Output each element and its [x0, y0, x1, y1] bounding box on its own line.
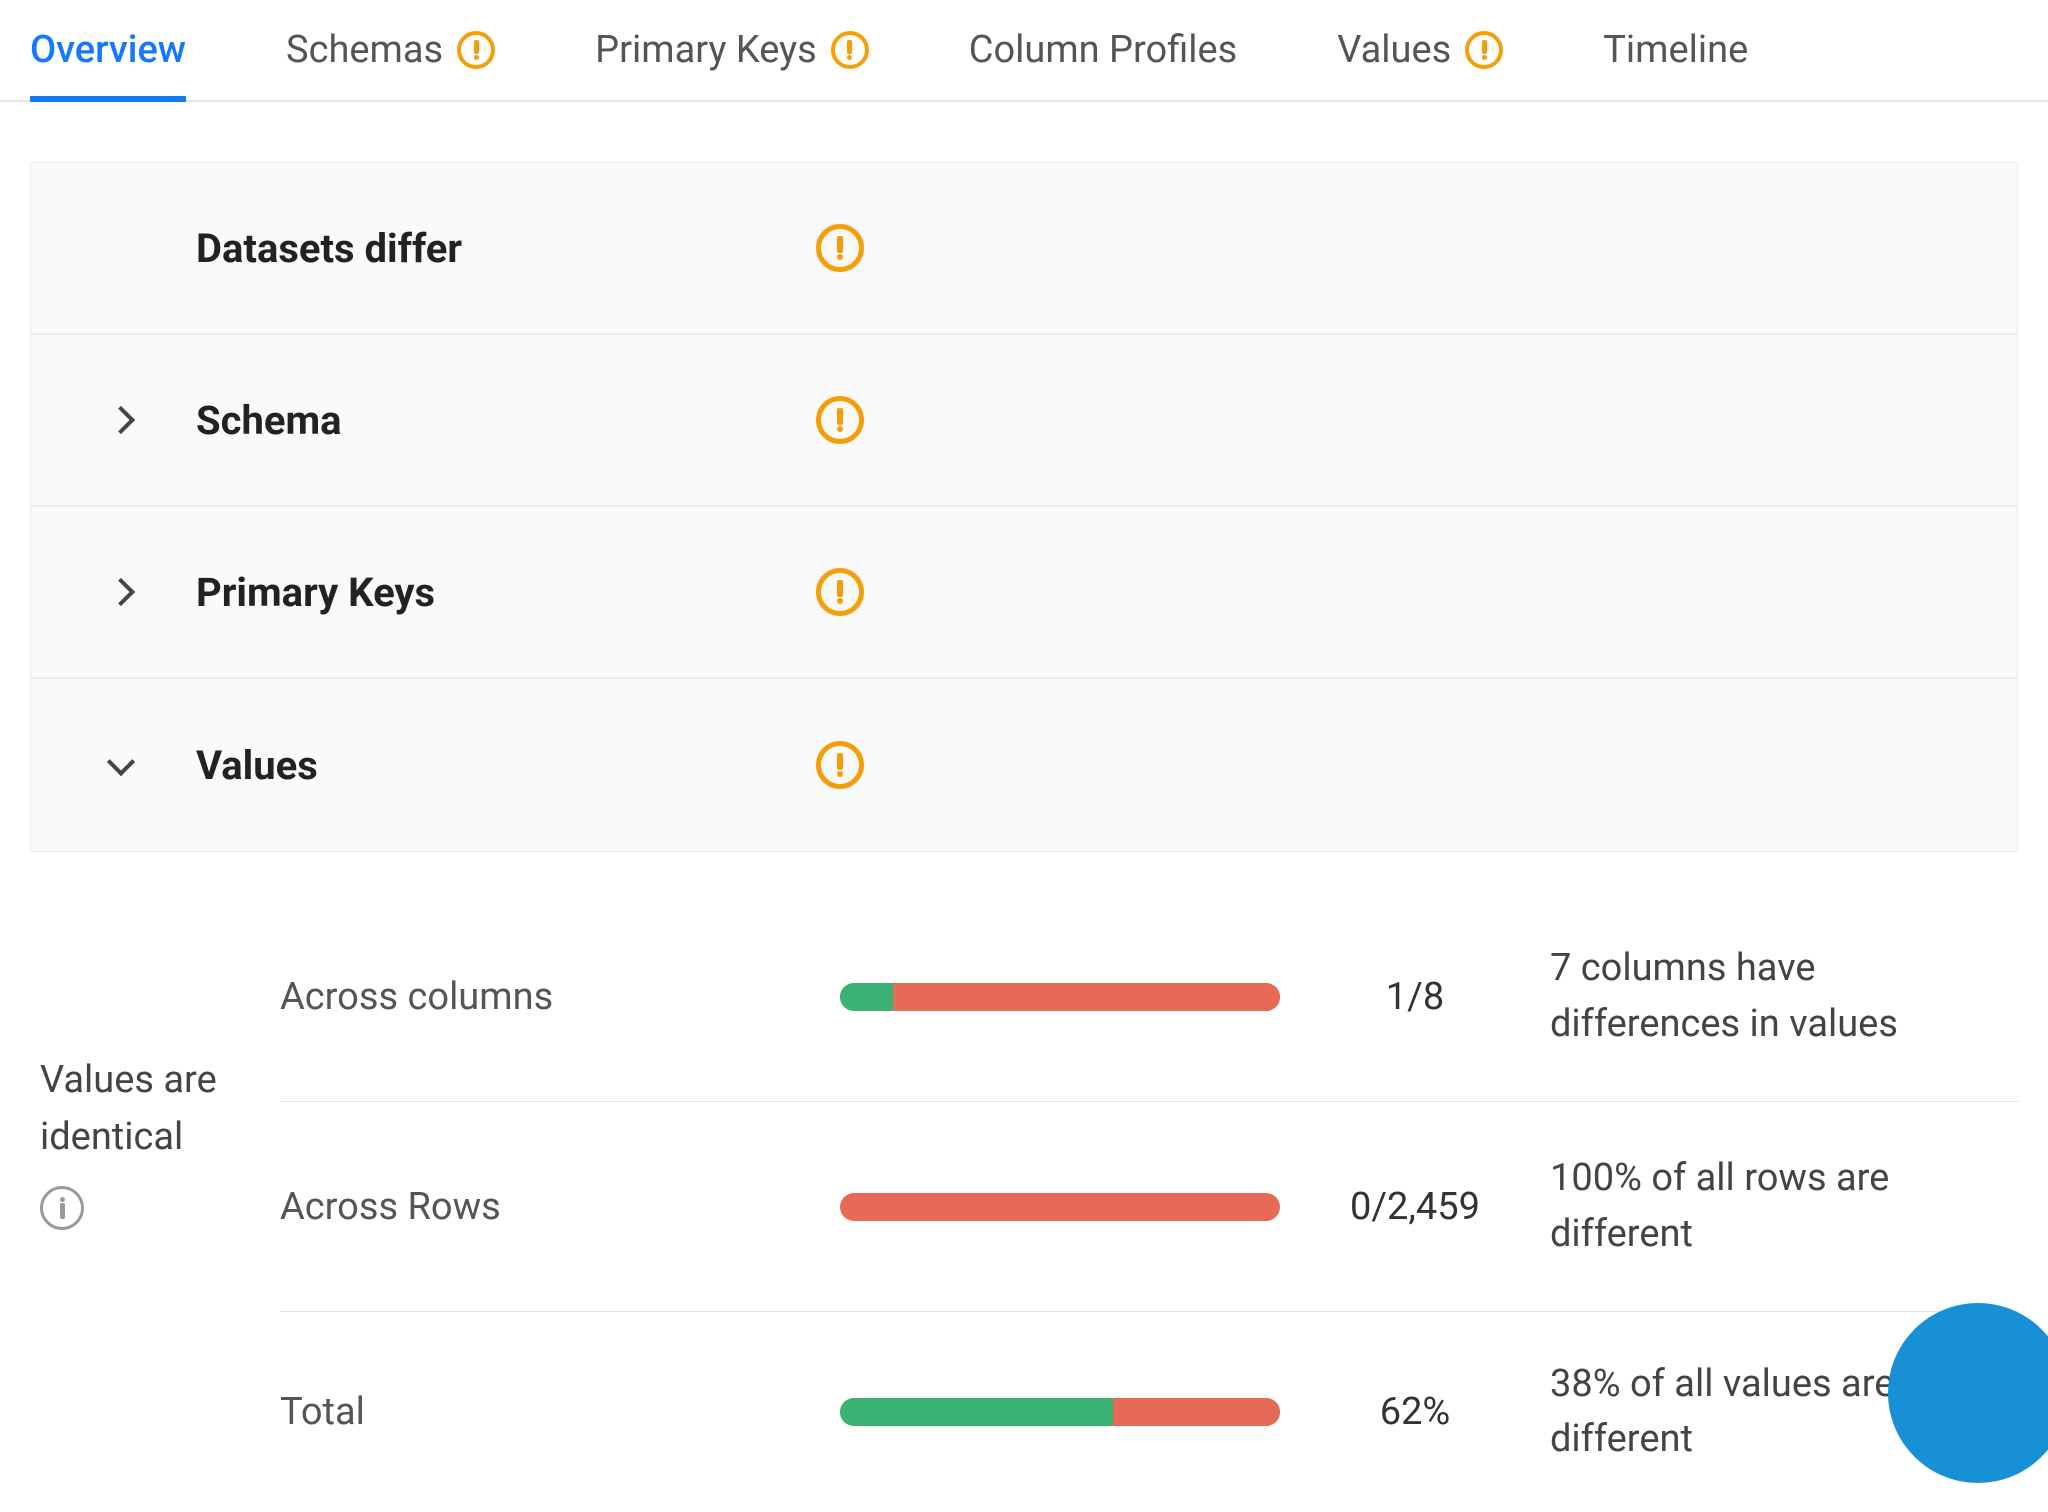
- values-metrics: Across columns 1/8 7 columns have differ…: [280, 892, 2018, 1512]
- tab-label: Overview: [30, 28, 186, 72]
- summary-panel: Datasets differ Schema Primary Keys Valu…: [30, 162, 2018, 852]
- chevron-right-icon: [107, 406, 135, 434]
- tab-timeline[interactable]: Timeline: [1603, 0, 1748, 100]
- metric-bar: [840, 1398, 1280, 1426]
- warning-icon: [457, 31, 495, 69]
- metric-bar-red: [840, 1193, 1280, 1221]
- metric-bar-wrap: [840, 1398, 1290, 1426]
- summary-row-datasets-differ: Datasets differ: [31, 163, 2017, 335]
- metric-row-total: Total 62% 38% of all values are differen…: [280, 1312, 2018, 1512]
- metric-label: Total: [280, 1390, 840, 1434]
- tab-label: Timeline: [1603, 28, 1748, 72]
- metric-bar-green: [840, 983, 893, 1011]
- summary-row-values[interactable]: Values: [31, 679, 2017, 851]
- summary-label: Primary Keys: [196, 569, 816, 616]
- info-icon[interactable]: [40, 1186, 84, 1230]
- tab-overview[interactable]: Overview: [30, 0, 186, 100]
- chevron-right-icon: [107, 578, 135, 606]
- metric-bar: [840, 983, 1280, 1011]
- metric-bar-wrap: [840, 983, 1290, 1011]
- values-side-column: Values are identical: [40, 892, 280, 1512]
- summary-label: Datasets differ: [196, 225, 816, 272]
- metric-value: 62%: [1290, 1390, 1540, 1434]
- tab-label: Values: [1337, 28, 1451, 72]
- tab-label: Column Profiles: [969, 28, 1238, 72]
- tab-bar: Overview Schemas Primary Keys Column Pro…: [0, 0, 2048, 102]
- chevron-cell: [111, 410, 186, 430]
- summary-row-schema[interactable]: Schema: [31, 335, 2017, 507]
- summary-label: Values: [196, 742, 816, 789]
- chevron-cell: [111, 582, 186, 602]
- metric-value: 0/2,459: [1290, 1185, 1540, 1229]
- values-detail: Values are identical Across columns 1/8 …: [40, 892, 2018, 1512]
- metric-value: 1/8: [1290, 975, 1540, 1019]
- values-side-label: Values are identical: [40, 1052, 260, 1166]
- metric-label: Across Rows: [280, 1185, 840, 1229]
- warning-icon: [816, 396, 864, 444]
- tab-schemas[interactable]: Schemas: [286, 0, 495, 100]
- metric-desc: 7 columns have differences in values: [1540, 941, 2018, 1051]
- warning-icon: [816, 568, 864, 616]
- tab-label: Schemas: [286, 28, 443, 72]
- metric-bar-red: [893, 983, 1280, 1011]
- chevron-down-icon: [107, 748, 135, 776]
- warning-icon: [816, 741, 864, 789]
- summary-row-primary-keys[interactable]: Primary Keys: [31, 507, 2017, 679]
- tab-values[interactable]: Values: [1337, 0, 1503, 100]
- metric-row-across-rows: Across Rows 0/2,459 100% of all rows are…: [280, 1102, 2018, 1312]
- warning-icon: [816, 224, 864, 272]
- tab-label: Primary Keys: [595, 28, 817, 72]
- metric-bar-wrap: [840, 1193, 1290, 1221]
- tab-column-profiles[interactable]: Column Profiles: [969, 0, 1238, 100]
- warning-icon: [1465, 31, 1503, 69]
- chevron-cell: [111, 758, 186, 772]
- metric-desc: 100% of all rows are different: [1540, 1151, 2018, 1261]
- summary-label: Schema: [196, 397, 816, 444]
- warning-icon: [831, 31, 869, 69]
- metric-bar-red: [1113, 1398, 1280, 1426]
- metric-label: Across columns: [280, 975, 840, 1019]
- metric-bar: [840, 1193, 1280, 1221]
- metric-bar-green: [840, 1398, 1113, 1426]
- metric-row-across-columns: Across columns 1/8 7 columns have differ…: [280, 892, 2018, 1102]
- tab-primary-keys[interactable]: Primary Keys: [595, 0, 869, 100]
